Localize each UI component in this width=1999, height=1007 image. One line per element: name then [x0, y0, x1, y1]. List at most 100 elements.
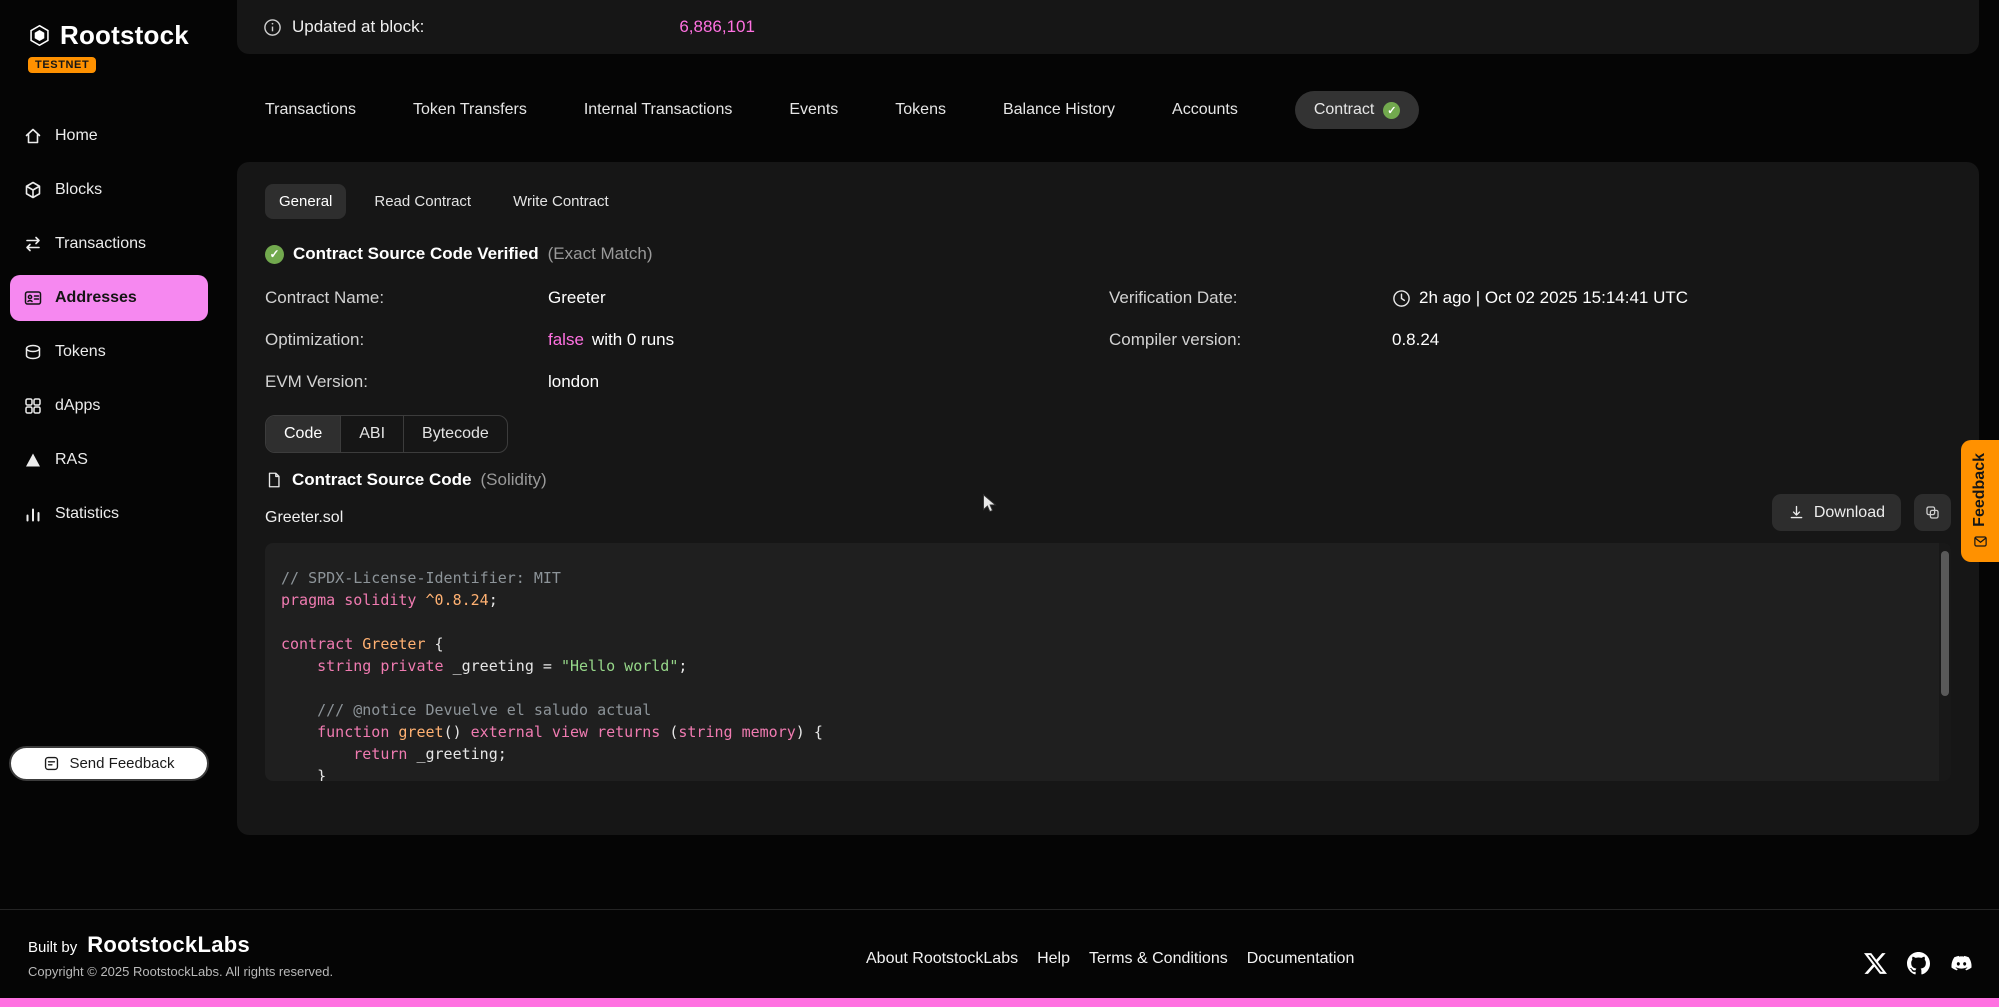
source-code-heading: Contract Source Code (Solidity)	[265, 470, 547, 490]
field-label: Compiler version:	[1109, 330, 1392, 350]
tab-contract[interactable]: Contract ✓	[1295, 91, 1419, 129]
sidebar-item-statistics[interactable]: Statistics	[10, 491, 208, 537]
field-label: Optimization:	[265, 330, 548, 350]
github-icon[interactable]	[1907, 952, 1930, 975]
sidebar-item-tokens[interactable]: Tokens	[10, 329, 208, 375]
block-number-link[interactable]: 6,886,101	[679, 17, 755, 37]
download-icon	[1788, 504, 1805, 521]
subtab-read-contract[interactable]: Read Contract	[360, 184, 485, 219]
footer-link-documentation[interactable]: Documentation	[1247, 950, 1355, 968]
field-verification-date: Verification Date: 2h ago | Oct 02 2025 …	[1109, 288, 1688, 308]
code-lines: // SPDX-License-Identifier: MITpragma so…	[265, 543, 1951, 781]
contract-subtabs: General Read Contract Write Contract	[265, 184, 623, 219]
nav-label: Statistics	[55, 505, 119, 523]
footer-link-terms[interactable]: Terms & Conditions	[1089, 950, 1228, 968]
sidebar-item-dapps[interactable]: dApps	[10, 383, 208, 429]
sidebar-item-addresses[interactable]: Addresses	[10, 275, 208, 321]
rootstocklabs-wordmark[interactable]: RootstockLabs	[87, 932, 250, 958]
tab-contract-label: Contract	[1314, 101, 1374, 119]
source-heading-language: (Solidity)	[480, 470, 546, 490]
copy-button[interactable]	[1914, 494, 1951, 531]
code-tab-code[interactable]: Code	[266, 416, 341, 452]
subtab-general[interactable]: General	[265, 184, 346, 219]
verified-check-icon: ✓	[265, 245, 284, 264]
code-scrollbar-thumb[interactable]	[1941, 551, 1949, 696]
verified-suffix: (Exact Match)	[548, 244, 653, 264]
document-icon	[265, 471, 283, 489]
field-label: EVM Version:	[265, 372, 548, 392]
verification-date-value: 2h ago | Oct 02 2025 15:14:41 UTC	[1419, 288, 1688, 308]
download-button[interactable]: Download	[1772, 494, 1901, 531]
footer-link-help[interactable]: Help	[1037, 950, 1070, 968]
ras-icon	[23, 450, 43, 470]
sidebar-nav: Home Blocks Transactions Addresses Token…	[0, 113, 218, 537]
brand-accent-bar	[0, 998, 1999, 1007]
built-by-label: Built by	[28, 939, 77, 956]
send-feedback-label: Send Feedback	[69, 755, 174, 772]
field-value: false with 0 runs	[548, 330, 674, 350]
field-evm-version: EVM Version: london	[265, 372, 599, 392]
tab-transactions[interactable]: Transactions	[265, 101, 356, 119]
field-label: Contract Name:	[265, 288, 548, 308]
updated-at-block-label: Updated at block:	[292, 17, 424, 37]
nav-label: Transactions	[55, 235, 146, 253]
tab-accounts[interactable]: Accounts	[1172, 101, 1238, 119]
source-heading-title: Contract Source Code	[292, 470, 471, 490]
optimization-runs: with 0 runs	[592, 330, 674, 350]
verified-title: Contract Source Code Verified	[293, 244, 539, 264]
addresses-icon	[23, 288, 43, 308]
transactions-icon	[23, 234, 43, 254]
footer-brand: Built by RootstockLabs Copyright © 2025 …	[28, 932, 333, 979]
sidebar-item-blocks[interactable]: Blocks	[10, 167, 208, 213]
code-scrollbar[interactable]	[1939, 543, 1951, 781]
footer-social	[1864, 952, 1973, 975]
home-icon	[23, 126, 43, 146]
main-content: Updated at block: 6,886,101 Transactions…	[237, 0, 1979, 835]
nav-label: Tokens	[55, 343, 106, 361]
tab-internal-transactions[interactable]: Internal Transactions	[584, 101, 733, 119]
download-label: Download	[1814, 504, 1885, 522]
field-optimization: Optimization: false with 0 runs	[265, 330, 674, 350]
brand-name: Rootstock	[60, 20, 189, 51]
sidebar-item-home[interactable]: Home	[10, 113, 208, 159]
testnet-badge: TESTNET	[28, 57, 96, 73]
footer-links: About RootstockLabs Help Terms & Conditi…	[866, 950, 1354, 968]
info-icon	[263, 18, 282, 37]
send-feedback-button[interactable]: Send Feedback	[9, 746, 209, 781]
tab-events[interactable]: Events	[789, 101, 838, 119]
feedback-tab[interactable]: Feedback	[1961, 440, 1999, 562]
tab-balance-history[interactable]: Balance History	[1003, 101, 1115, 119]
field-label: Verification Date:	[1109, 288, 1392, 308]
mail-icon	[1973, 534, 1988, 549]
field-contract-name: Contract Name: Greeter	[265, 288, 606, 308]
x-icon[interactable]	[1864, 952, 1887, 975]
contract-panel: General Read Contract Write Contract ✓ C…	[237, 162, 1979, 835]
tab-tokens[interactable]: Tokens	[895, 101, 946, 119]
sidebar: Rootstock TESTNET Home Blocks Transactio…	[0, 0, 218, 909]
statistics-icon	[23, 504, 43, 524]
sidebar-item-transactions[interactable]: Transactions	[10, 221, 208, 267]
logo[interactable]: Rootstock TESTNET	[0, 0, 218, 73]
nav-label: Addresses	[55, 289, 137, 307]
discord-icon[interactable]	[1950, 952, 1973, 975]
nav-label: Blocks	[55, 181, 102, 199]
code-tab-bytecode[interactable]: Bytecode	[404, 416, 507, 452]
code-tab-abi[interactable]: ABI	[341, 416, 404, 452]
contract-verified-check-icon: ✓	[1383, 102, 1400, 119]
dapps-icon	[23, 396, 43, 416]
tab-token-transfers[interactable]: Token Transfers	[413, 101, 527, 119]
tokens-icon	[23, 342, 43, 362]
nav-label: Home	[55, 127, 98, 145]
code-tab-group: Code ABI Bytecode	[265, 415, 508, 453]
sidebar-item-ras[interactable]: RAS	[10, 437, 208, 483]
nav-label: RAS	[55, 451, 88, 469]
optimization-false: false	[548, 330, 584, 350]
footer: Built by RootstockLabs Copyright © 2025 …	[0, 909, 1999, 998]
feedback-form-icon	[43, 755, 60, 772]
footer-link-about[interactable]: About RootstockLabs	[866, 950, 1018, 968]
rootstock-logo-icon	[28, 24, 51, 47]
source-code-block[interactable]: // SPDX-License-Identifier: MITpragma so…	[265, 543, 1951, 781]
nav-label: dApps	[55, 397, 100, 415]
subtab-write-contract[interactable]: Write Contract	[499, 184, 623, 219]
copyright-text: Copyright © 2025 RootstockLabs. All righ…	[28, 964, 333, 979]
